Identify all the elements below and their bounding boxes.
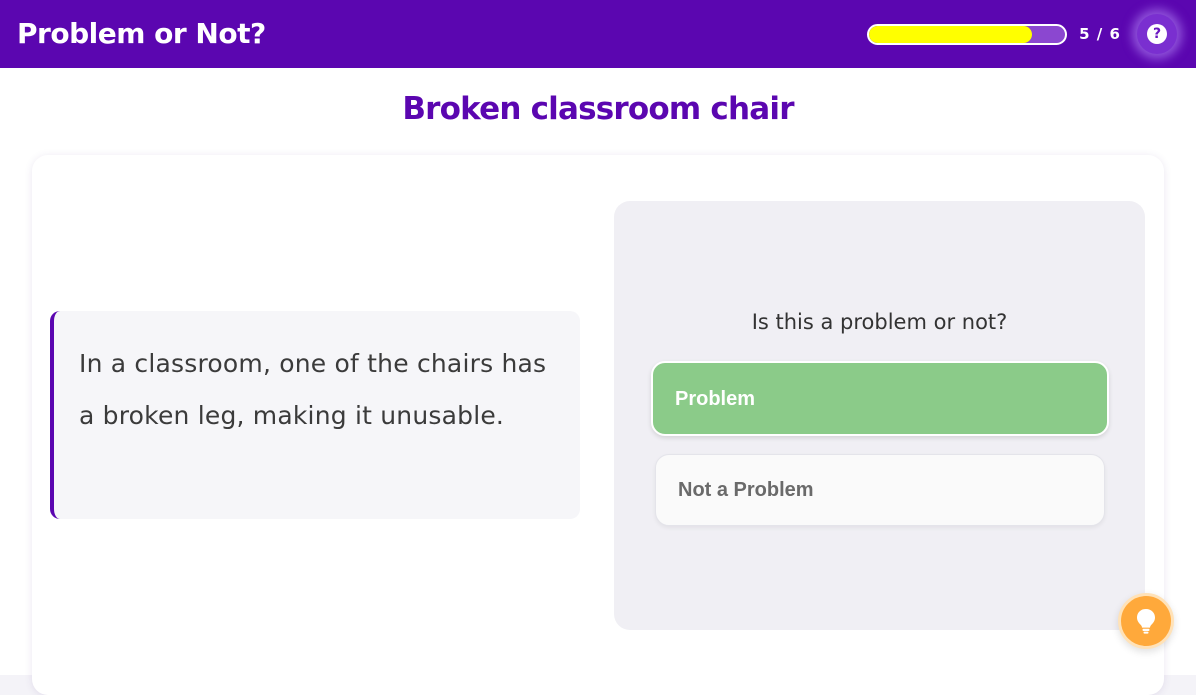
top-bar: Problem or Not? 5 / 6 ? [0,0,1196,68]
progress-counter: 5 / 6 [1079,25,1121,43]
help-button[interactable]: ? [1137,14,1177,54]
progress-bar-fill [869,26,1032,43]
question-icon: ? [1147,24,1167,44]
scenario-text: In a classroom, one of the chairs has a … [79,349,547,430]
problem-option-label: Problem [675,387,756,410]
lightbulb-icon [1137,609,1155,634]
hint-button[interactable] [1118,593,1174,649]
app-title: Problem or Not? [17,17,266,50]
problem-option-button[interactable]: Problem [651,361,1109,436]
question-prompt: Is this a problem or not? [751,310,1008,334]
not-a-problem-option-label: Not a Problem [678,479,814,501]
not-a-problem-option-button[interactable]: Not a Problem [655,454,1105,526]
scenario-box: In a classroom, one of the chairs has a … [50,311,580,519]
page-title: Broken classroom chair [402,91,794,127]
progress-bar [867,24,1067,45]
